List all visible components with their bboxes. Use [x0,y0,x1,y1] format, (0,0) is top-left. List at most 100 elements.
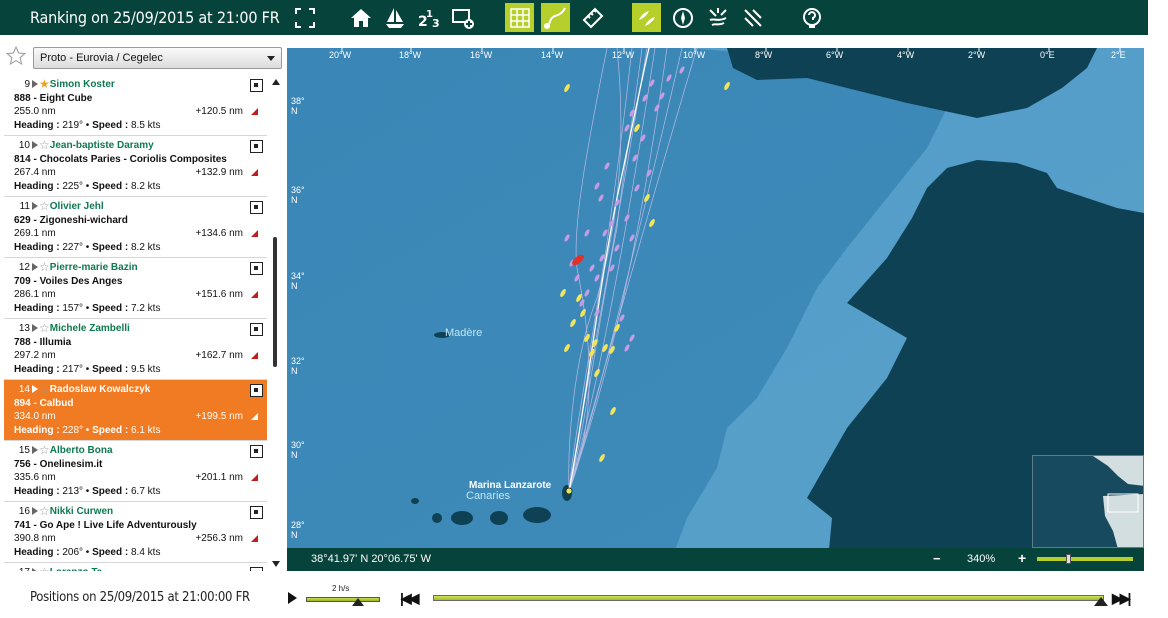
favorite-star-icon[interactable]: ☆ [39,565,50,571]
longitude-label: 6°W [826,50,844,60]
favorite-star-icon[interactable]: ★ [39,77,50,92]
gap-to-leader: +199.5 nm [195,411,243,422]
timeline-thumb[interactable] [1094,597,1108,606]
ranking-item[interactable]: 9 ★Simon Koster 888 - Eight Cube 255.0 nm +1… [4,75,267,136]
trend-icon [251,108,258,115]
overview-minimap[interactable] [1032,455,1144,548]
skipper-name[interactable]: Alberto Bona [50,445,113,456]
follow-boat-checkbox[interactable] [250,567,263,571]
grid-icon[interactable] [505,3,534,32]
add-layer-icon[interactable] [448,3,477,32]
favorite-star-icon[interactable]: ☆ [39,199,50,214]
heading-speed: Heading : 157° • Speed : 7.2 kts [14,302,161,314]
latitude-label: 32° N [291,356,305,376]
distance-row: 335.6 nm +201.1 nm [14,471,263,485]
skipper-name[interactable]: Olivier Jehl [50,201,104,212]
expand-arrow-icon[interactable] [32,202,38,210]
zoom-slider[interactable] [1037,557,1133,561]
ranking-item[interactable]: 13 ☆Michele Zambelli 788 - Illumia 297.2 nm… [4,319,267,380]
playback-speed-control[interactable]: 2 h/s [306,584,386,608]
weather-icon[interactable] [703,3,732,32]
longitude-label: 18°W [399,50,422,60]
follow-boat-checkbox[interactable] [250,262,263,275]
skipper-name[interactable]: Simon Koster [50,79,115,90]
latitude-label: 30° N [291,440,305,460]
expand-arrow-icon[interactable] [32,141,38,149]
favorite-star-icon[interactable]: ☆ [39,382,50,397]
favorite-star-icon[interactable]: ☆ [39,443,50,458]
gap-to-leader: +256.3 nm [195,533,243,544]
favorite-star-icon[interactable]: ☆ [39,260,50,275]
expand-arrow-icon[interactable] [32,385,38,393]
top-toolbar: Ranking on 25/09/2015 at 21:00 FR 213 [0,0,1148,35]
follow-boat-checkbox[interactable] [250,384,263,397]
expand-arrow-icon[interactable] [32,446,38,454]
expand-arrow-icon[interactable] [32,507,38,515]
fullscreen-icon[interactable] [290,3,319,32]
scroll-down-icon[interactable] [272,561,280,567]
home-icon[interactable] [346,3,375,32]
zoom-out-button[interactable]: − [933,551,941,566]
ranking-item[interactable]: 11 ☆Olivier Jehl 629 - Zigoneshi-wichard 26… [4,197,267,258]
skipper-name[interactable]: Nikki Curwen [50,506,113,517]
follow-boat-checkbox[interactable] [250,140,263,153]
ranking-item[interactable]: 14 ☆Radoslaw Kowalczyk 894 - Calbud 334.0 n… [4,380,267,441]
skipper-name[interactable]: Pierre-marie Bazin [50,262,138,273]
expand-arrow-icon[interactable] [32,263,38,271]
wind-icon[interactable] [738,3,767,32]
favorite-star-icon[interactable]: ☆ [39,504,50,519]
marina-marker[interactable] [565,487,573,495]
sailboat-icon[interactable] [380,3,409,32]
track-icon[interactable] [541,3,570,32]
follow-boat-checkbox[interactable] [250,506,263,519]
distance-to-finish: 335.6 nm [14,472,56,483]
skipper-name[interactable]: Lorenzo Ta [50,567,103,571]
playback-speed-slider[interactable] [306,597,380,602]
fast-forward-button[interactable]: ▶▶| [1112,590,1132,607]
ranking-item[interactable]: 12 ☆Pierre-marie Bazin 709 - Voiles Des An… [4,258,267,319]
ranking-item[interactable]: 17 ☆Lorenzo Ta [4,563,267,571]
follow-boat-checkbox[interactable] [250,201,263,214]
expand-arrow-icon[interactable] [32,324,38,332]
favorite-star-icon[interactable]: ☆ [39,138,50,153]
follow-boat-checkbox[interactable] [250,79,263,92]
longitude-label: 10°W [683,50,706,60]
expand-arrow-icon[interactable] [32,568,38,571]
ranking-item[interactable]: 16 ☆Nikki Curwen 741 - Go Ape ! Live Life … [4,502,267,563]
favorite-star-icon[interactable]: ☆ [39,321,50,336]
boat-name: 756 - Onelinesim.it [14,458,103,470]
play-button[interactable] [288,592,297,604]
favorites-star-icon[interactable] [6,46,26,66]
playback-speed-thumb[interactable] [352,598,364,606]
ranking-scrollbar[interactable] [269,75,283,571]
skipper-name[interactable]: Radoslaw Kowalczyk [50,384,151,395]
timeline-slider[interactable] [433,595,1104,601]
rewind-button[interactable]: |◀◀ [400,590,420,607]
heading-speed: Heading : 217° • Speed : 9.5 kts [14,363,161,375]
rank-number: 9 [24,79,30,90]
expand-arrow-icon[interactable] [32,80,38,88]
scroll-thumb[interactable] [273,237,277,367]
trend-icon [251,169,258,176]
scroll-up-icon[interactable] [272,79,280,85]
ruler-icon[interactable] [578,3,607,32]
map-canvas[interactable] [287,48,1144,571]
ranking-123-icon[interactable]: 213 [414,3,443,32]
fleet-select[interactable]: Proto - Eurovia / Cegelec [33,47,282,69]
help-icon[interactable] [797,3,826,32]
race-map[interactable]: 20°W 18°W 16°W 14°W 12°W 10°W 8°W 6°W 4°… [287,48,1144,571]
compass-icon[interactable] [668,3,697,32]
follow-boat-checkbox[interactable] [250,323,263,336]
boats-icon[interactable] [632,3,661,32]
distance-row: 255.0 nm +120.5 nm [14,105,263,119]
skipper-name[interactable]: Jean-baptiste Daramy [50,140,154,151]
heading-value: 219° [62,119,84,131]
skipper-name[interactable]: Michele Zambelli [50,323,130,334]
ranking-item[interactable]: 15 ☆Alberto Bona 756 - Onelinesim.it 335.6 … [4,441,267,502]
zoom-in-button[interactable]: + [1018,550,1026,566]
ranking-item[interactable]: 10 ☆Jean-baptiste Daramy 814 - Chocolats P… [4,136,267,197]
zoom-slider-thumb[interactable] [1066,554,1071,564]
longitude-label: 0°E [1040,50,1055,60]
heading-value: 227° [62,241,84,253]
follow-boat-checkbox[interactable] [250,445,263,458]
